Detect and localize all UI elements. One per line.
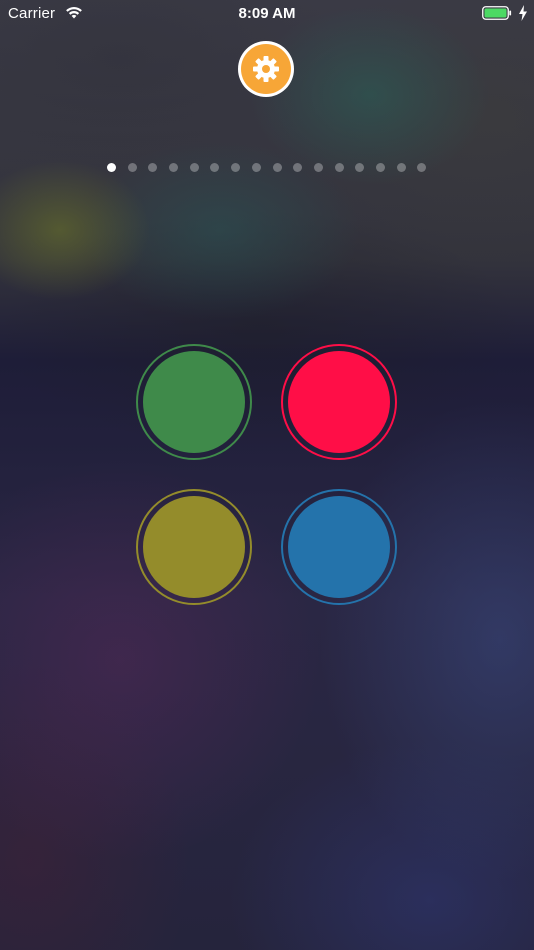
page-dot[interactable]: [169, 162, 179, 172]
blue-pad-fill: [288, 496, 390, 598]
red-pad-button[interactable]: [281, 344, 397, 460]
page-dot[interactable]: [313, 162, 323, 172]
page-dot[interactable]: [127, 162, 137, 172]
settings-button-inner: [241, 44, 291, 94]
yellow-pad-fill: [143, 496, 245, 598]
page-dot[interactable]: [417, 162, 427, 172]
page-dot[interactable]: [148, 162, 158, 172]
page-dot-active[interactable]: [107, 162, 116, 172]
page-dot[interactable]: [293, 162, 303, 172]
blurred-background: [0, 0, 534, 950]
page-dot[interactable]: [272, 162, 282, 172]
page-dot[interactable]: [355, 162, 365, 172]
green-pad-button[interactable]: [136, 344, 252, 460]
red-pad-fill: [288, 351, 390, 453]
gear-icon: [253, 56, 279, 82]
page-dot[interactable]: [231, 162, 241, 172]
page-indicator[interactable]: [107, 162, 427, 172]
status-bar: Carrier 8:09 AM: [0, 0, 534, 28]
yellow-pad-button[interactable]: [136, 489, 252, 605]
page-dot[interactable]: [375, 162, 385, 172]
blue-pad-button[interactable]: [281, 489, 397, 605]
page-dot[interactable]: [396, 162, 406, 172]
page-dot[interactable]: [189, 162, 199, 172]
status-time: 8:09 AM: [238, 5, 296, 22]
charging-bolt-icon: [519, 5, 527, 21]
page-dot[interactable]: [251, 162, 261, 172]
battery-icon: [482, 6, 512, 20]
page-dot[interactable]: [210, 162, 220, 172]
page-dot[interactable]: [334, 162, 344, 172]
settings-button[interactable]: [238, 41, 294, 97]
green-pad-fill: [143, 351, 245, 453]
